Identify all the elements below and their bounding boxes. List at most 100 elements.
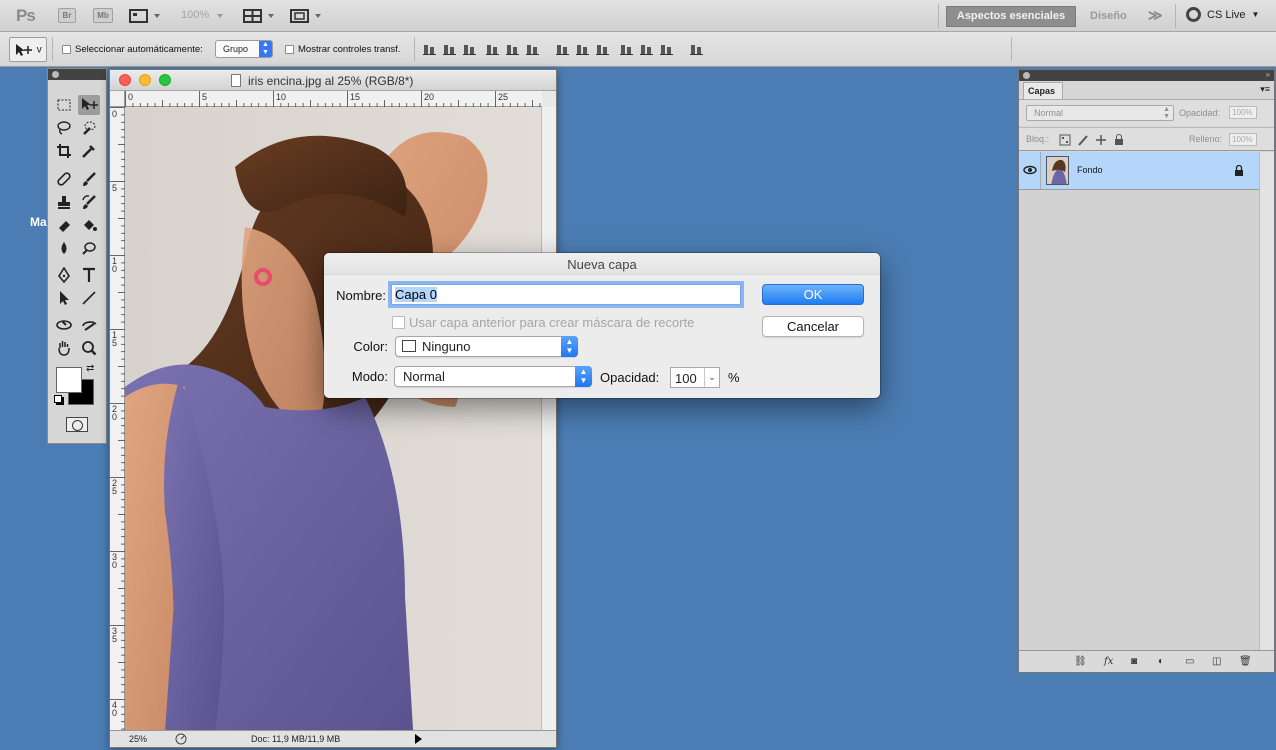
mini-bridge-button[interactable]: Mb bbox=[93, 8, 113, 23]
crop-tool[interactable] bbox=[53, 141, 75, 161]
close-icon[interactable] bbox=[52, 71, 59, 78]
bridge-button[interactable]: Br bbox=[58, 8, 76, 23]
layers-panel-header[interactable]: » bbox=[1019, 70, 1274, 81]
quick-mask-button[interactable] bbox=[66, 417, 88, 432]
align-distribute-icon[interactable] bbox=[576, 43, 589, 56]
view-extras-icon bbox=[129, 9, 160, 23]
line-tool[interactable] bbox=[78, 288, 100, 308]
quick-selection-tool[interactable] bbox=[78, 118, 100, 138]
trash-icon[interactable]: 🗑 bbox=[1239, 656, 1252, 667]
opacity-input[interactable]: 100% bbox=[1229, 106, 1257, 119]
layer-row[interactable]: Fondo bbox=[1019, 152, 1259, 190]
close-window-button[interactable] bbox=[119, 74, 131, 86]
align-distribute-icon[interactable] bbox=[423, 43, 436, 56]
auto-select-checkbox[interactable] bbox=[62, 45, 71, 54]
healing-brush-tool[interactable] bbox=[53, 169, 75, 189]
link-layers-icon[interactable]: ⛓ bbox=[1074, 656, 1087, 667]
close-icon[interactable] bbox=[1023, 72, 1030, 79]
layer-style-icon[interactable]: fx bbox=[1104, 656, 1113, 667]
workspace-design-button[interactable]: Diseño bbox=[1090, 10, 1127, 22]
hand-tool[interactable] bbox=[53, 338, 75, 358]
auto-select-target-select[interactable]: Grupo ▲ ▼ bbox=[215, 40, 273, 58]
cancel-button[interactable]: Cancelar bbox=[762, 316, 864, 337]
paint-bucket-tool[interactable] bbox=[78, 215, 100, 235]
dodge-tool[interactable] bbox=[78, 238, 100, 258]
zoom-level[interactable]: 100% bbox=[181, 9, 209, 21]
collapse-icon[interactable]: » bbox=[1266, 70, 1270, 79]
history-brush-tool[interactable] bbox=[78, 192, 100, 212]
eraser-tool[interactable] bbox=[53, 215, 75, 235]
vertical-scrollbar[interactable] bbox=[541, 107, 556, 732]
adjustment-layer-icon[interactable]: ◐ bbox=[1158, 656, 1164, 667]
zoom-window-button[interactable] bbox=[159, 74, 171, 86]
align-distribute-icon[interactable] bbox=[660, 43, 673, 56]
swap-colors-icon[interactable]: ⇄ bbox=[86, 363, 94, 374]
brush-tool[interactable] bbox=[78, 169, 100, 189]
align-distribute-icon[interactable] bbox=[443, 43, 456, 56]
chevron-down-icon[interactable]: ⌄ bbox=[704, 368, 719, 387]
align-distribute-icon[interactable] bbox=[620, 43, 633, 56]
fill-input[interactable]: 100% bbox=[1229, 133, 1257, 146]
align-distribute-icon[interactable] bbox=[690, 43, 703, 56]
status-zoom[interactable]: 25% bbox=[129, 734, 147, 744]
blur-tool[interactable] bbox=[53, 238, 75, 258]
marquee-tool[interactable] bbox=[53, 95, 75, 115]
align-distribute-icon[interactable] bbox=[526, 43, 539, 56]
align-distribute-icon[interactable] bbox=[556, 43, 569, 56]
status-menu-arrow[interactable] bbox=[415, 734, 422, 744]
ok-button[interactable]: OK bbox=[762, 284, 864, 305]
3d-rotate-tool[interactable] bbox=[53, 315, 75, 335]
tool-preset-picker[interactable]: v bbox=[9, 37, 47, 62]
show-transform-option[interactable]: Mostrar controles transf. bbox=[285, 44, 400, 55]
align-distribute-icon[interactable] bbox=[463, 43, 476, 56]
blend-mode-select[interactable]: Normal ▲ ▼ bbox=[1026, 105, 1174, 121]
pen-tool[interactable] bbox=[53, 265, 75, 285]
3d-orbit-tool[interactable] bbox=[78, 315, 100, 335]
screen-mode-menu[interactable] bbox=[290, 8, 324, 24]
minimize-window-button[interactable] bbox=[139, 74, 151, 86]
align-distribute-icon[interactable] bbox=[486, 43, 499, 56]
zoom-dropdown[interactable] bbox=[216, 8, 226, 24]
separator bbox=[938, 4, 939, 28]
eyedropper-tool[interactable] bbox=[78, 141, 100, 161]
more-workspaces-button[interactable]: ≫ bbox=[1148, 7, 1163, 24]
clone-stamp-tool[interactable] bbox=[53, 192, 75, 212]
panel-menu-icon[interactable]: ▾≡ bbox=[1260, 84, 1270, 95]
default-colors-icon[interactable] bbox=[54, 395, 62, 403]
lasso-tool[interactable] bbox=[53, 118, 75, 138]
type-tool[interactable] bbox=[78, 265, 100, 285]
layers-footer: ⛓ fx ◙ ◐ ▭ ◫ 🗑 bbox=[1019, 650, 1274, 672]
arrange-documents-menu[interactable] bbox=[243, 8, 277, 24]
ruler-origin[interactable] bbox=[110, 91, 125, 107]
cs-live-menu[interactable]: CS Live ▼ bbox=[1186, 7, 1259, 22]
vertical-ruler[interactable]: 0 5 1 0 1 5 2 0 2 5 3 0 3 5 4 0 bbox=[110, 107, 125, 732]
foreground-color-swatch[interactable] bbox=[56, 367, 82, 393]
document-canvas[interactable] bbox=[125, 107, 542, 732]
zoom-tool[interactable] bbox=[78, 338, 100, 358]
layer-name-input[interactable]: Capa 0 bbox=[391, 284, 741, 305]
layers-scrollbar[interactable] bbox=[1259, 152, 1274, 652]
view-extras-menu[interactable] bbox=[129, 8, 163, 24]
align-distribute-icon[interactable] bbox=[640, 43, 653, 56]
lock-options[interactable] bbox=[1059, 134, 1129, 146]
mode-select[interactable]: Normal ▲ ▼ bbox=[394, 366, 592, 387]
new-layer-icon[interactable]: ◫ bbox=[1212, 656, 1221, 667]
workspace-essentials-button[interactable]: Aspectos esenciales bbox=[946, 6, 1076, 27]
tab-layers[interactable]: Capas bbox=[1023, 82, 1063, 99]
opacity-input[interactable]: 100 ⌄ bbox=[670, 367, 720, 388]
move-tool[interactable] bbox=[78, 95, 100, 115]
path-selection-tool[interactable] bbox=[53, 288, 75, 308]
color-select[interactable]: Ninguno ▲ ▼ bbox=[395, 336, 578, 357]
select-arrows-icon: ▲ ▼ bbox=[561, 336, 578, 357]
show-transform-checkbox[interactable] bbox=[285, 45, 294, 54]
add-mask-icon[interactable]: ◙ bbox=[1131, 656, 1137, 667]
path-selection-icon bbox=[60, 291, 69, 305]
auto-select-option[interactable]: Seleccionar automáticamente: bbox=[62, 44, 203, 55]
align-distribute-icon[interactable] bbox=[596, 43, 609, 56]
align-distribute-icon[interactable] bbox=[506, 43, 519, 56]
horizontal-ruler[interactable]: 0 5 10 15 20 25 bbox=[125, 91, 542, 107]
document-title-bar[interactable]: iris encina.jpg al 25% (RGB/8*) bbox=[110, 70, 556, 91]
layer-visibility-toggle[interactable] bbox=[1019, 152, 1041, 189]
tools-panel-header[interactable] bbox=[48, 69, 106, 80]
new-group-icon[interactable]: ▭ bbox=[1185, 656, 1194, 667]
